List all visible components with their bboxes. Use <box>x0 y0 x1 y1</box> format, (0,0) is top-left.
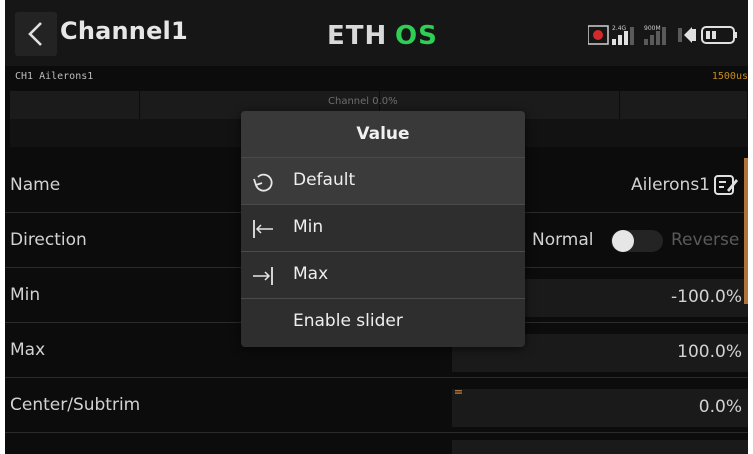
bar-cell <box>620 91 748 119</box>
channel-output-value: 1500us <box>711 71 748 82</box>
screen: Channel1 ETH OS 2.4G 900M CH1 Ailerons1 … <box>5 0 748 454</box>
bar-cell <box>10 91 140 119</box>
popup-title: Value <box>241 111 525 157</box>
direction-normal-label: Normal <box>532 230 594 250</box>
max-arrow-icon <box>253 267 273 285</box>
page-title: Channel1 <box>60 17 188 45</box>
row-label: Name <box>10 175 61 195</box>
signal-900m-icon: 900M <box>644 25 666 45</box>
menu-item-default[interactable]: Default <box>241 157 525 204</box>
menu-item-label: Min <box>293 217 324 237</box>
toggle-knob <box>612 230 634 252</box>
next-row-field <box>452 440 748 454</box>
scrollbar[interactable] <box>744 158 748 304</box>
center-subtrim-value: 0.0% <box>698 397 742 417</box>
min-arrow-icon <box>253 220 273 238</box>
menu-item-max[interactable]: Max <box>241 251 525 298</box>
row-label: Center/Subtrim <box>10 395 141 415</box>
logo-text-eth: ETH <box>327 21 387 50</box>
battery-icon <box>701 26 737 44</box>
header-bar: Channel1 ETH OS 2.4G 900M <box>5 0 748 66</box>
row-label: Direction <box>10 230 87 250</box>
edit-icon[interactable] <box>713 173 739 197</box>
svg-text:900M: 900M <box>644 25 661 32</box>
logo-text-os: OS <box>395 21 438 50</box>
menu-item-label: Max <box>293 264 329 284</box>
reset-icon <box>253 173 273 192</box>
name-value: Ailerons1 <box>631 175 710 195</box>
max-value: 100.0% <box>677 342 742 362</box>
center-subtrim-field[interactable]: 0.0% <box>452 389 748 427</box>
volume-icon <box>678 27 696 43</box>
back-button[interactable] <box>15 12 57 56</box>
min-value: -100.0% <box>671 287 742 307</box>
menu-item-label: Default <box>293 170 356 190</box>
value-popup-menu: Value Default Min Max Enable slider <box>241 111 525 347</box>
direction-toggle[interactable] <box>611 230 663 252</box>
record-icon <box>588 25 609 45</box>
row-label: Min <box>10 285 41 305</box>
slider-marker-icon <box>455 390 462 394</box>
ethos-logo: ETH OS <box>327 21 438 50</box>
svg-text:2.4G: 2.4G <box>612 25 627 32</box>
row-center-subtrim[interactable]: Center/Subtrim 0.0% <box>5 379 748 433</box>
direction-reverse-label: Reverse <box>671 230 740 250</box>
signal-2g4-icon: 2.4G <box>612 25 634 45</box>
channel-label: CH1 Ailerons1 <box>15 71 94 82</box>
channel-bar-text: Channel 0.0% <box>328 96 398 107</box>
row-label: Max <box>10 340 46 360</box>
status-icons: 2.4G 900M <box>588 25 737 45</box>
menu-item-enable-slider[interactable]: Enable slider <box>241 298 525 345</box>
menu-item-label: Enable slider <box>293 311 403 331</box>
menu-item-min[interactable]: Min <box>241 204 525 251</box>
chevron-left-icon <box>28 22 42 46</box>
